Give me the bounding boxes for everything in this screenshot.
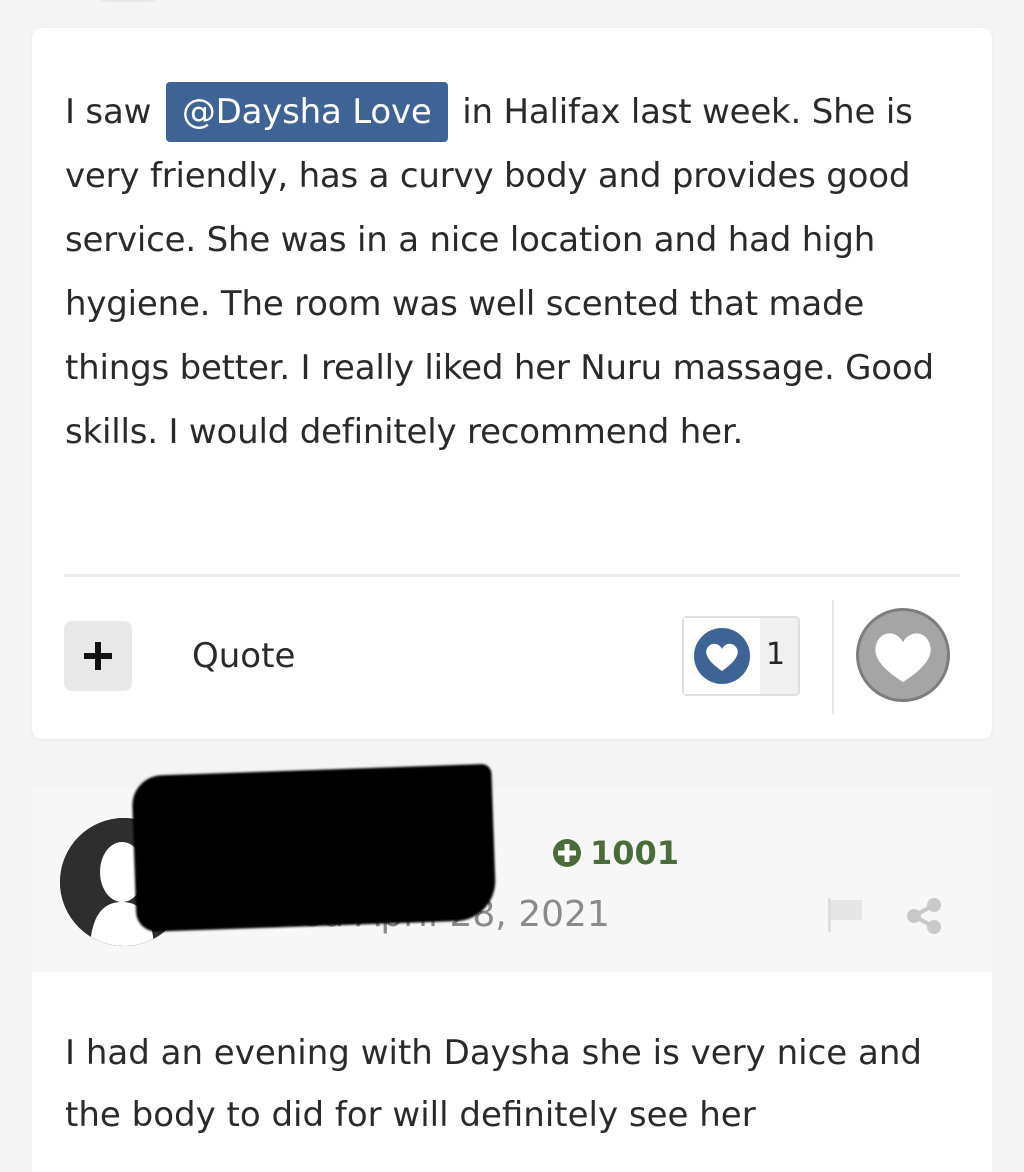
heart-icon — [875, 633, 931, 682]
post-content: I had an evening with Daysha she is very… — [65, 1033, 922, 1135]
post-text-after: in Halifax last week. She is very friend… — [65, 92, 934, 452]
report-button[interactable] — [826, 896, 866, 938]
reputation-count: 1001 — [590, 834, 680, 872]
multiquote-button[interactable] — [64, 621, 132, 691]
plus-icon — [84, 642, 112, 670]
heart-icon — [694, 628, 750, 684]
post-text-before: I saw — [65, 92, 152, 132]
post-divider — [64, 574, 960, 577]
previous-avatar-sliver — [88, 0, 168, 2]
plus-circle-icon — [553, 839, 581, 867]
mention-link[interactable]: @Daysha Love — [165, 82, 448, 142]
like-count: 1 — [766, 637, 786, 672]
quote-button[interactable]: Quote — [192, 632, 295, 680]
reputation-badge[interactable]: 1001 — [552, 830, 679, 876]
post-card: I had an evening with Daysha she is very… — [32, 972, 992, 1172]
reaction-summary[interactable]: 1 — [682, 616, 800, 696]
share-button[interactable] — [904, 896, 944, 940]
like-reaction[interactable] — [684, 618, 760, 694]
flag-icon — [828, 898, 862, 932]
redaction-mark — [131, 763, 497, 933]
react-button[interactable] — [856, 608, 950, 702]
post-content: I saw @Daysha Love in Halifax last week.… — [65, 80, 965, 464]
share-icon — [907, 898, 941, 934]
action-separator — [832, 600, 834, 714]
post-card: I saw @Daysha Love in Halifax last week.… — [32, 28, 992, 739]
